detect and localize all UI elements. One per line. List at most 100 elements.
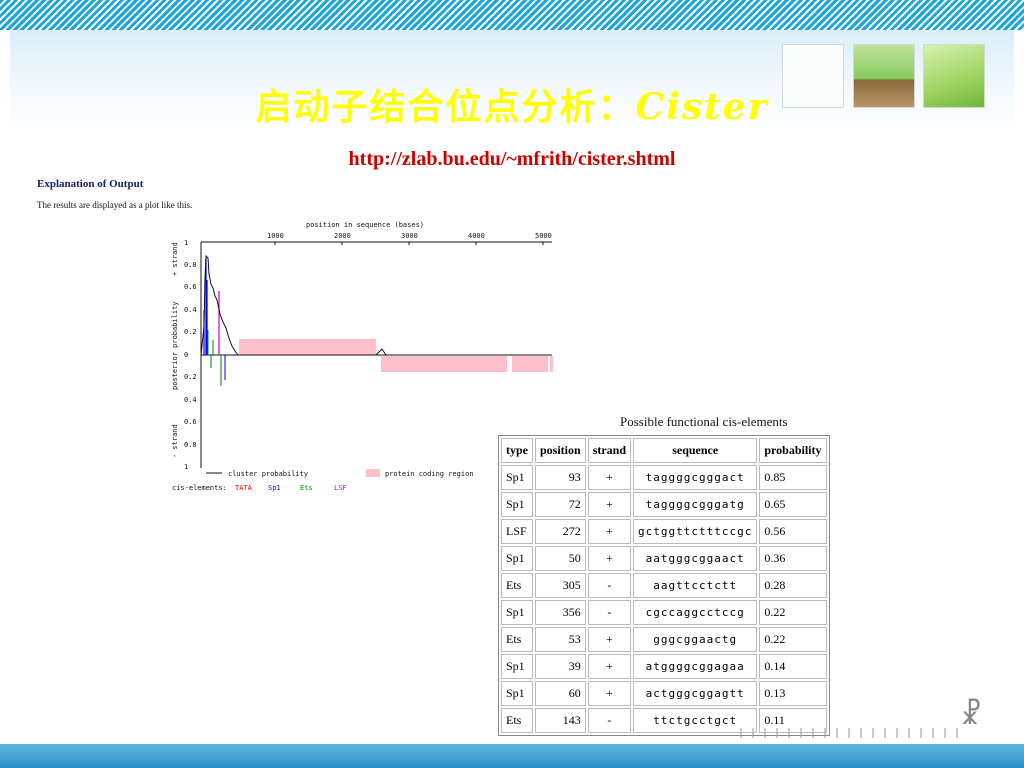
plot-xticks: 1000 2000 3000 4000 5000 [267, 232, 552, 245]
ytick-label: 0.8 [184, 441, 197, 449]
cell-strand: + [587, 654, 632, 679]
xtick-label: 3000 [401, 232, 418, 240]
cell-position: 72 [535, 492, 586, 517]
coding-region [381, 356, 507, 372]
cell-strand: - [587, 708, 632, 733]
cell-strand: + [587, 519, 632, 544]
table-row: Sp1 50 + aatgggcggaact 0.36 [501, 546, 827, 571]
cell-sequence: aatgggcggaact [633, 546, 758, 571]
xtick-label: 5000 [535, 232, 552, 240]
table-header-row: type position strand sequence probabilit… [501, 438, 827, 463]
cell-probability: 0.22 [759, 600, 827, 625]
cell-sequence: atggggcggagaa [633, 654, 758, 679]
xtick-label: 4000 [468, 232, 485, 240]
cis-legend-lsf: LSF [334, 484, 347, 492]
header-strand: strand [587, 438, 632, 463]
sprout-logo-icon: ☧ [960, 698, 982, 731]
ytick-label: 0.8 [184, 261, 197, 269]
table-row: Sp1 356 - cgccaggcctccg 0.22 [501, 600, 827, 625]
cell-position: 93 [535, 465, 586, 490]
table-row: Ets 305 - aagttcctctt 0.28 [501, 573, 827, 598]
cell-type: Sp1 [501, 465, 533, 490]
coding-region [550, 356, 553, 372]
cell-sequence: cgccaggcctccg [633, 600, 758, 625]
coding-region [239, 339, 376, 355]
cell-probability: 0.13 [759, 681, 827, 706]
cell-strand: + [587, 465, 632, 490]
legend-box-label: protein coding region [385, 470, 474, 478]
cis-legend-sp1: Sp1 [268, 484, 281, 492]
cell-position: 50 [535, 546, 586, 571]
xtick-label: 2000 [334, 232, 351, 240]
cis-elements-table: type position strand sequence probabilit… [498, 435, 830, 736]
bottom-bar [0, 744, 1024, 768]
ytick-label: 1 [184, 463, 188, 471]
cell-position: 305 [535, 573, 586, 598]
cell-sequence: actgggcggagtt [633, 681, 758, 706]
cell-type: Sp1 [501, 492, 533, 517]
cell-type: Sp1 [501, 654, 533, 679]
plot-xaxis-label: position in sequence (bases) [306, 221, 424, 229]
cell-position: 39 [535, 654, 586, 679]
legend-box-swatch [366, 469, 380, 477]
header-sequence: sequence [633, 438, 758, 463]
cell-type: Sp1 [501, 681, 533, 706]
header-type: type [501, 438, 533, 463]
ytick-label: 0 [184, 351, 188, 359]
ytick-label: 0.2 [184, 328, 197, 336]
table-row: LSF 272 + gctggttctttccgc 0.56 [501, 519, 827, 544]
table-row: Sp1 93 + taggggcgggact 0.85 [501, 465, 827, 490]
ytick-label: 0.6 [184, 418, 197, 426]
table-caption: Possible functional cis-elements [620, 414, 788, 429]
slide-title-cn: 启动子结合位点分析： [255, 86, 636, 128]
cell-strand: + [587, 546, 632, 571]
ytick-label: 1 [184, 239, 188, 247]
cis-elements-label: cis-elements: [172, 484, 227, 492]
minus-strand-label: - strand [171, 424, 179, 458]
cell-position: 53 [535, 627, 586, 652]
header-probability: probability [759, 438, 827, 463]
cell-position: 356 [535, 600, 586, 625]
xtick-label: 1000 [267, 232, 284, 240]
table-row: Sp1 60 + actgggcggagtt 0.13 [501, 681, 827, 706]
cell-type: LSF [501, 519, 533, 544]
cell-probability: 0.28 [759, 573, 827, 598]
plot-yticks-top: 1 0.8 0.6 0.4 0.2 0 [184, 239, 197, 359]
cell-sequence: gctggttctttccgc [633, 519, 758, 544]
cister-url[interactable]: http://zlab.bu.edu/~mfrith/cister.shtml [0, 148, 1024, 171]
yaxis-label: posterior probability [171, 301, 179, 390]
plus-strand-label: + strand [171, 242, 179, 276]
cell-type: Sp1 [501, 600, 533, 625]
cell-probability: 0.56 [759, 519, 827, 544]
cell-probability: 0.36 [759, 546, 827, 571]
ytick-label: 0.4 [184, 306, 197, 314]
cell-probability: 0.14 [759, 654, 827, 679]
table-row: Ets 53 + gggcggaactg 0.22 [501, 627, 827, 652]
table-row: Sp1 72 + taggggcgggatg 0.65 [501, 492, 827, 517]
cell-sequence: ttctgcctgct [633, 708, 758, 733]
cell-type: Ets [501, 708, 533, 733]
ytick-label: 0.2 [184, 373, 197, 381]
cell-strand: - [587, 573, 632, 598]
ytick-label: 0.4 [184, 396, 197, 404]
slide-title: 启动子结合位点分析：Cister [0, 78, 1024, 130]
cis-legend-ets: Ets [300, 484, 313, 492]
cell-position: 143 [535, 708, 586, 733]
coding-region [512, 356, 548, 372]
header-position: position [535, 438, 586, 463]
cell-sequence: taggggcgggact [633, 465, 758, 490]
ytick-label: 0.6 [184, 283, 197, 291]
cell-strand: + [587, 492, 632, 517]
cell-position: 60 [535, 681, 586, 706]
table-row: Sp1 39 + atggggcggagaa 0.14 [501, 654, 827, 679]
decorative-tick-marks [740, 728, 960, 738]
cell-position: 272 [535, 519, 586, 544]
cis-legend-tata: TATA [235, 484, 253, 492]
cell-type: Ets [501, 627, 533, 652]
cell-sequence: taggggcgggatg [633, 492, 758, 517]
plot-yticks-bottom: 0.2 0.4 0.6 0.8 1 [184, 373, 197, 471]
top-stripe [0, 0, 1024, 30]
cell-strand: - [587, 600, 632, 625]
cell-strand: + [587, 681, 632, 706]
explanation-text: The results are displayed as a plot like… [37, 200, 193, 210]
